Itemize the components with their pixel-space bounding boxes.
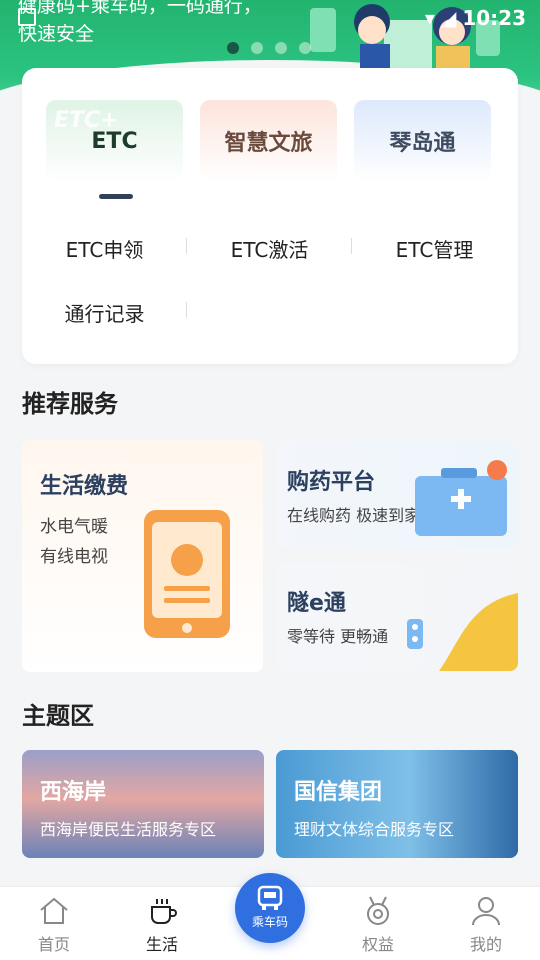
bus-qr-icon xyxy=(257,885,283,910)
nav-home[interactable]: 首页 xyxy=(14,893,94,955)
recommended-title: 推荐服务 xyxy=(22,390,118,418)
home-icon xyxy=(40,897,68,924)
medicine-box-icon xyxy=(415,460,507,536)
wifi-icon: ▾ xyxy=(424,6,435,30)
tunnel-sub: 零等待 更畅通 xyxy=(287,627,389,646)
carousel-dot[interactable] xyxy=(251,42,263,54)
service-card: ETC+ ETC 智慧文旅 琴岛通 ETC申领 ETC激活 ETC管理 通行记录 xyxy=(22,68,518,364)
theme-card-guoxin-title: 国信集团 xyxy=(294,780,383,805)
status-time: 10:23 xyxy=(462,6,526,30)
tunnel-card[interactable]: 隧e通 零等待 更畅通 xyxy=(277,563,518,671)
banner-text-line2: 快速安全 xyxy=(18,23,95,45)
theme-title: 主题区 xyxy=(22,702,94,730)
nav-profile[interactable]: 我的 xyxy=(446,893,526,955)
pharmacy-title: 购药平台 xyxy=(287,470,376,495)
coffee-icon xyxy=(151,899,177,924)
carousel-dot[interactable] xyxy=(275,42,287,54)
nav-benefits-label: 权益 xyxy=(361,935,394,954)
phone-payment-icon xyxy=(144,510,230,638)
active-tab-indicator xyxy=(99,194,133,199)
pharmacy-card[interactable]: 购药平台 在线购药 极速到家 xyxy=(277,440,518,548)
tab-smart-tourism[interactable]: 智慧文旅 xyxy=(200,100,337,182)
theme-card-guoxin[interactable]: 国信集团 理财文体综合服务专区 xyxy=(276,750,518,858)
nav-benefits[interactable]: 权益 xyxy=(338,893,418,955)
utility-payment-line1: 水电气暖 xyxy=(40,517,108,537)
carousel-dot[interactable] xyxy=(227,42,239,54)
theme-card-west-coast[interactable]: 西海岸 西海岸便民生活服务专区 xyxy=(22,750,264,858)
carousel-dots[interactable] xyxy=(227,42,311,54)
utility-payment-title: 生活缴费 xyxy=(40,474,129,499)
user-icon xyxy=(472,897,500,926)
signal-icon: ◢ xyxy=(440,6,457,30)
etc-watermark: ETC+ xyxy=(54,108,119,133)
pharmacy-sub: 在线购药 极速到家 xyxy=(287,506,421,525)
tab-smart-tourism-label: 智慧文旅 xyxy=(224,131,313,156)
nav-life[interactable]: 生活 xyxy=(122,893,202,955)
theme-card-west-coast-sub: 西海岸便民生活服务专区 xyxy=(40,820,217,839)
service-tabs: ETC+ ETC 智慧文旅 琴岛通 xyxy=(46,100,491,182)
tab-etc[interactable]: ETC+ ETC xyxy=(46,100,183,182)
road-traffic-light-icon xyxy=(407,593,518,671)
tab-qindaotong-label: 琴岛通 xyxy=(389,131,456,156)
status-bar: ▾ ◢ 10:23 xyxy=(425,6,526,30)
carousel-dot[interactable] xyxy=(299,42,311,54)
etc-service-grid: ETC申领 ETC激活 ETC管理 通行记录 xyxy=(22,216,518,344)
utility-payment-line2: 有线电视 xyxy=(40,547,108,567)
banner-text-line1: 健康码+乘车码，一码通行， xyxy=(18,0,262,17)
banner-text: 健康码+乘车码，一码通行， 快速安全 xyxy=(18,0,262,48)
ride-code-label: 乘车码 xyxy=(251,915,288,929)
etc-activate-item[interactable]: ETC激活 xyxy=(187,234,352,263)
pass-record-item[interactable]: 通行记录 xyxy=(22,298,187,327)
tunnel-title: 隧e通 xyxy=(287,591,346,616)
utility-payment-card[interactable]: 生活缴费 水电气暖 有线电视 xyxy=(22,440,263,672)
nav-home-label: 首页 xyxy=(37,935,70,954)
medal-icon xyxy=(367,896,389,925)
tab-qindaotong[interactable]: 琴岛通 xyxy=(354,100,491,182)
ride-code-button[interactable]: 乘车码 xyxy=(235,873,305,943)
etc-apply-item[interactable]: ETC申领 xyxy=(22,234,187,263)
theme-card-guoxin-sub: 理财文体综合服务专区 xyxy=(294,820,455,839)
bottom-nav: 首页 生活 乘车码 权益 我的 xyxy=(0,873,540,960)
nav-life-label: 生活 xyxy=(145,935,178,954)
theme-card-west-coast-title: 西海岸 xyxy=(40,780,107,805)
nav-profile-label: 我的 xyxy=(469,935,502,954)
etc-manage-item[interactable]: ETC管理 xyxy=(352,234,517,263)
